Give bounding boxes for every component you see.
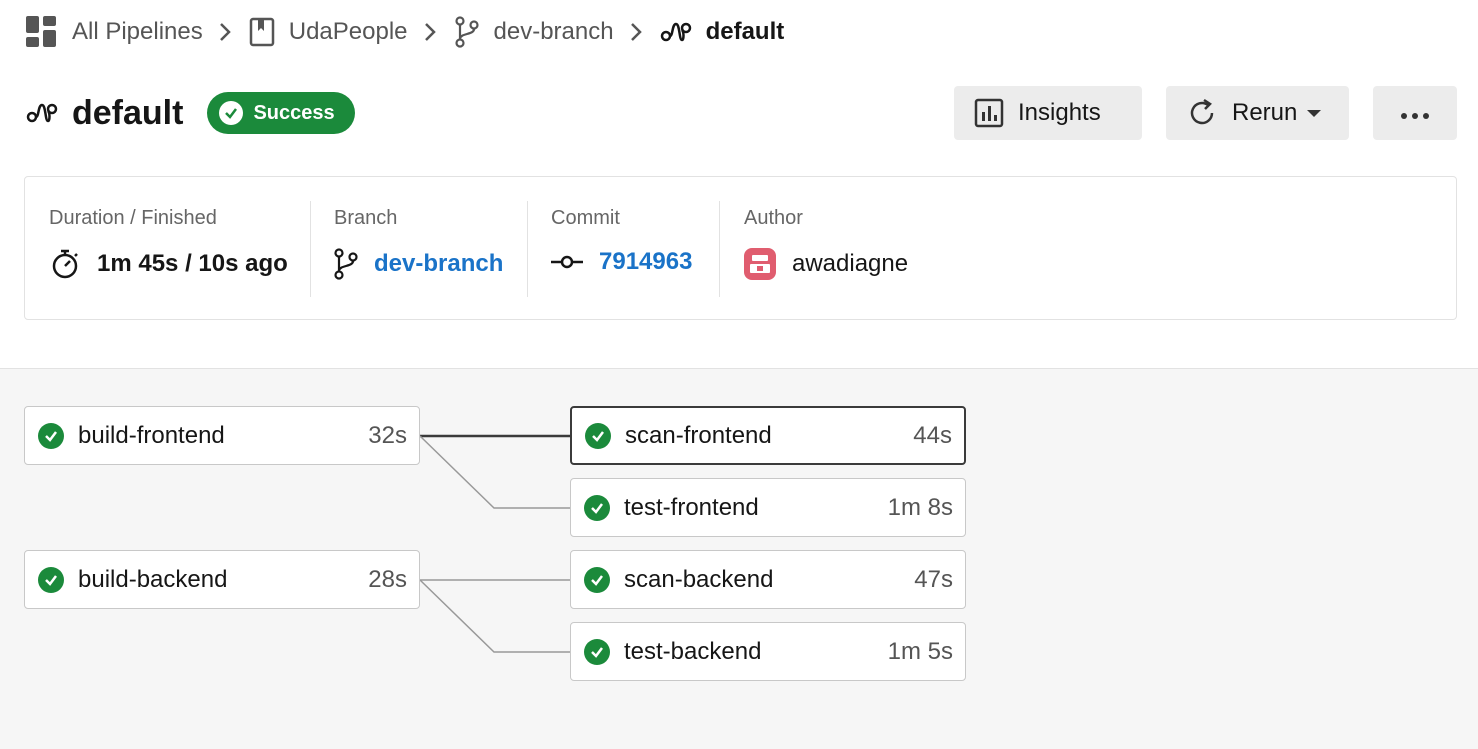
branch-label: Branch — [334, 207, 398, 229]
chevron-right-icon — [630, 22, 642, 42]
check-circle-icon — [584, 494, 610, 521]
rerun-button[interactable]: Rerun — [1166, 86, 1349, 140]
breadcrumb-label: UdaPeople — [288, 18, 408, 45]
breadcrumb-label: default — [705, 18, 785, 45]
bookmark-icon — [249, 17, 275, 47]
breadcrumb-all-pipelines[interactable]: All Pipelines — [26, 16, 203, 48]
commit-section: Commit 7914963 — [551, 177, 692, 319]
job-scan-backend[interactable]: scan-backend 47s — [570, 550, 966, 609]
check-circle-icon — [584, 566, 610, 593]
job-test-frontend[interactable]: test-frontend 1m 8s — [570, 478, 966, 537]
job-test-backend[interactable]: test-backend 1m 5s — [570, 622, 966, 681]
status-label: Success — [253, 101, 335, 124]
job-duration: 32s — [368, 421, 407, 449]
branch-icon — [334, 248, 358, 280]
job-duration: 1m 5s — [887, 637, 953, 665]
more-options-button[interactable] — [1373, 86, 1457, 140]
check-circle-icon — [38, 566, 64, 593]
job-name: test-backend — [624, 637, 762, 665]
chevron-right-icon — [219, 22, 231, 42]
job-name: build-backend — [78, 565, 228, 593]
duration-label: Duration / Finished — [49, 207, 217, 229]
author-value: awadiagne — [792, 250, 909, 277]
pipeline-info-card: Duration / Finished 1m 45s / 10s ago Bra… — [24, 176, 1457, 320]
connector-build-backend-test-backend — [419, 579, 570, 653]
breadcrumb: All Pipelines UdaPeople dev-branch defau… — [26, 14, 784, 50]
duration-section: Duration / Finished 1m 45s / 10s ago — [49, 177, 288, 319]
check-circle-icon — [219, 101, 244, 125]
author-section: Author awadiagne — [744, 177, 908, 319]
job-duration: 44s — [913, 421, 952, 449]
avatar — [744, 248, 776, 280]
page-header: default Success — [26, 86, 355, 140]
author-label: Author — [744, 207, 803, 229]
insights-label: Insights — [1018, 99, 1101, 126]
job-name: test-frontend — [624, 493, 759, 521]
insights-button[interactable]: Insights — [954, 86, 1142, 140]
job-scan-frontend[interactable]: scan-frontend 44s — [570, 406, 966, 465]
breadcrumb-project[interactable]: UdaPeople — [249, 17, 408, 47]
job-name: scan-backend — [624, 565, 774, 593]
job-name: scan-frontend — [625, 421, 772, 449]
workflow-icon — [26, 101, 58, 125]
breadcrumb-label: dev-branch — [493, 18, 614, 45]
job-duration: 28s — [368, 565, 407, 593]
stopwatch-icon — [49, 248, 81, 280]
commit-label: Commit — [551, 207, 620, 229]
job-name: build-frontend — [78, 421, 225, 449]
branch-icon — [454, 16, 480, 48]
divider — [527, 201, 528, 297]
breadcrumb-workflow: default — [660, 18, 785, 46]
bar-chart-icon — [974, 98, 1004, 128]
job-build-frontend[interactable]: build-frontend 32s — [24, 406, 420, 465]
branch-section: Branch dev-branch — [334, 177, 503, 319]
divider — [310, 201, 311, 297]
breadcrumb-label: All Pipelines — [72, 18, 203, 45]
check-circle-icon — [584, 638, 610, 665]
caret-down-icon — [1307, 109, 1322, 117]
divider — [719, 201, 720, 297]
connector-build-frontend-test-frontend — [419, 435, 570, 509]
job-duration: 1m 8s — [887, 493, 953, 521]
check-circle-icon — [38, 422, 64, 449]
status-badge: Success — [207, 92, 355, 134]
check-circle-icon — [585, 422, 611, 449]
grid-icon — [26, 16, 58, 48]
branch-link[interactable]: dev-branch — [374, 250, 503, 278]
rerun-label: Rerun — [1232, 99, 1298, 126]
more-horizontal-icon — [1400, 99, 1430, 127]
job-build-backend[interactable]: build-backend 28s — [24, 550, 420, 609]
commit-link[interactable]: 7914963 — [599, 248, 692, 276]
job-duration: 47s — [914, 565, 953, 593]
breadcrumb-branch[interactable]: dev-branch — [454, 16, 614, 48]
page-title: default — [72, 93, 184, 132]
chevron-right-icon — [424, 22, 436, 42]
refresh-icon — [1186, 97, 1218, 129]
commit-icon — [551, 254, 583, 270]
job-graph: build-frontend 32s scan-frontend 44s tes… — [0, 368, 1478, 749]
duration-value: 1m 45s / 10s ago — [97, 250, 288, 277]
workflow-icon — [660, 20, 692, 44]
